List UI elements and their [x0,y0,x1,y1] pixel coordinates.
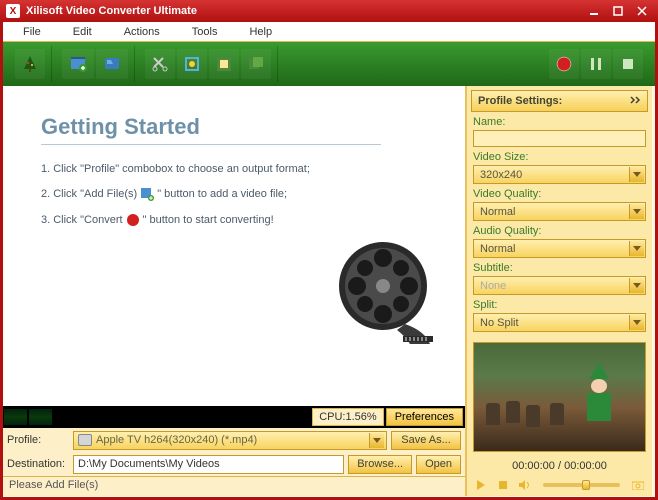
player-controls [467,474,652,496]
titlebar: X Xilisoft Video Converter Ultimate [0,0,658,22]
snapshot-button[interactable] [630,478,646,492]
tree-decor-icon [15,49,45,79]
maximize-button[interactable] [608,4,628,18]
activity-bar: CPU:1.56% Preferences [3,406,465,428]
subtitle-combobox[interactable]: None [473,276,646,295]
volume-icon[interactable] [517,478,533,492]
merge-button[interactable] [241,49,271,79]
volume-slider[interactable] [543,483,620,487]
elf-character-icon [581,363,617,423]
playback-time: 00:00:00 / 00:00:00 [467,458,652,474]
profile-settings-header[interactable]: Profile Settings: [471,90,648,112]
cpu-readout: CPU:1.56% [312,408,383,426]
video-preview[interactable] [473,342,646,452]
menu-file[interactable]: File [7,24,57,40]
tv-icon [78,434,92,446]
video-size-label: Video Size: [473,151,646,163]
window-title: Xilisoft Video Converter Ultimate [26,5,197,17]
profile-combobox[interactable]: Apple TV h264(320x240) (*.mp4) [73,431,387,450]
play-button[interactable] [473,478,489,492]
add-folder-button[interactable] [96,49,128,79]
app-logo-icon: X [6,4,20,18]
destination-input[interactable] [73,455,344,474]
menu-actions[interactable]: Actions [108,24,176,40]
preferences-button[interactable]: Preferences [386,408,463,426]
content-area: Getting Started 1. Click "Profile" combo… [3,86,465,406]
film-reel-icon [335,236,435,349]
cpu-core-0 [4,409,27,425]
effect-button[interactable] [209,49,239,79]
split-label: Split: [473,299,646,311]
step-3: 3. Click "Convert " button to start conv… [41,213,445,227]
toolbar [3,42,655,86]
expand-icon [629,95,641,107]
open-button[interactable]: Open [416,455,461,474]
minimize-button[interactable] [584,4,604,18]
audio-quality-label: Audio Quality: [473,225,646,237]
subtitle-label: Subtitle: [473,262,646,274]
convert-button[interactable] [549,49,579,79]
profile-label: Profile: [7,434,69,446]
getting-started-heading: Getting Started [41,114,445,140]
stop-button[interactable] [613,49,643,79]
step-2: 2. Click "Add File(s) " button to add a … [41,187,445,201]
save-as-button[interactable]: Save As... [391,431,461,450]
video-quality-label: Video Quality: [473,188,646,200]
name-label: Name: [473,116,646,128]
close-button[interactable] [632,4,652,18]
menubar: File Edit Actions Tools Help [3,22,655,42]
audio-quality-combobox[interactable]: Normal [473,239,646,258]
crop-button[interactable] [177,49,207,79]
cpu-core-1 [29,409,52,425]
step-1: 1. Click "Profile" combobox to choose an… [41,163,445,175]
video-quality-combobox[interactable]: Normal [473,202,646,221]
chevron-down-icon [369,433,384,448]
status-bar: Please Add File(s) [3,476,465,496]
menu-tools[interactable]: Tools [176,24,234,40]
browse-button[interactable]: Browse... [348,455,412,474]
menu-help[interactable]: Help [233,24,288,40]
video-size-combobox[interactable]: 320x240 [473,165,646,184]
convert-inline-icon [126,213,140,227]
add-file-button[interactable] [62,49,94,79]
cut-button[interactable] [145,49,175,79]
menu-edit[interactable]: Edit [57,24,108,40]
destination-label: Destination: [7,458,69,470]
player-stop-button[interactable] [495,478,511,492]
add-file-inline-icon [140,187,154,201]
pause-button[interactable] [581,49,611,79]
name-input[interactable] [473,130,646,147]
split-combobox[interactable]: No Split [473,313,646,332]
